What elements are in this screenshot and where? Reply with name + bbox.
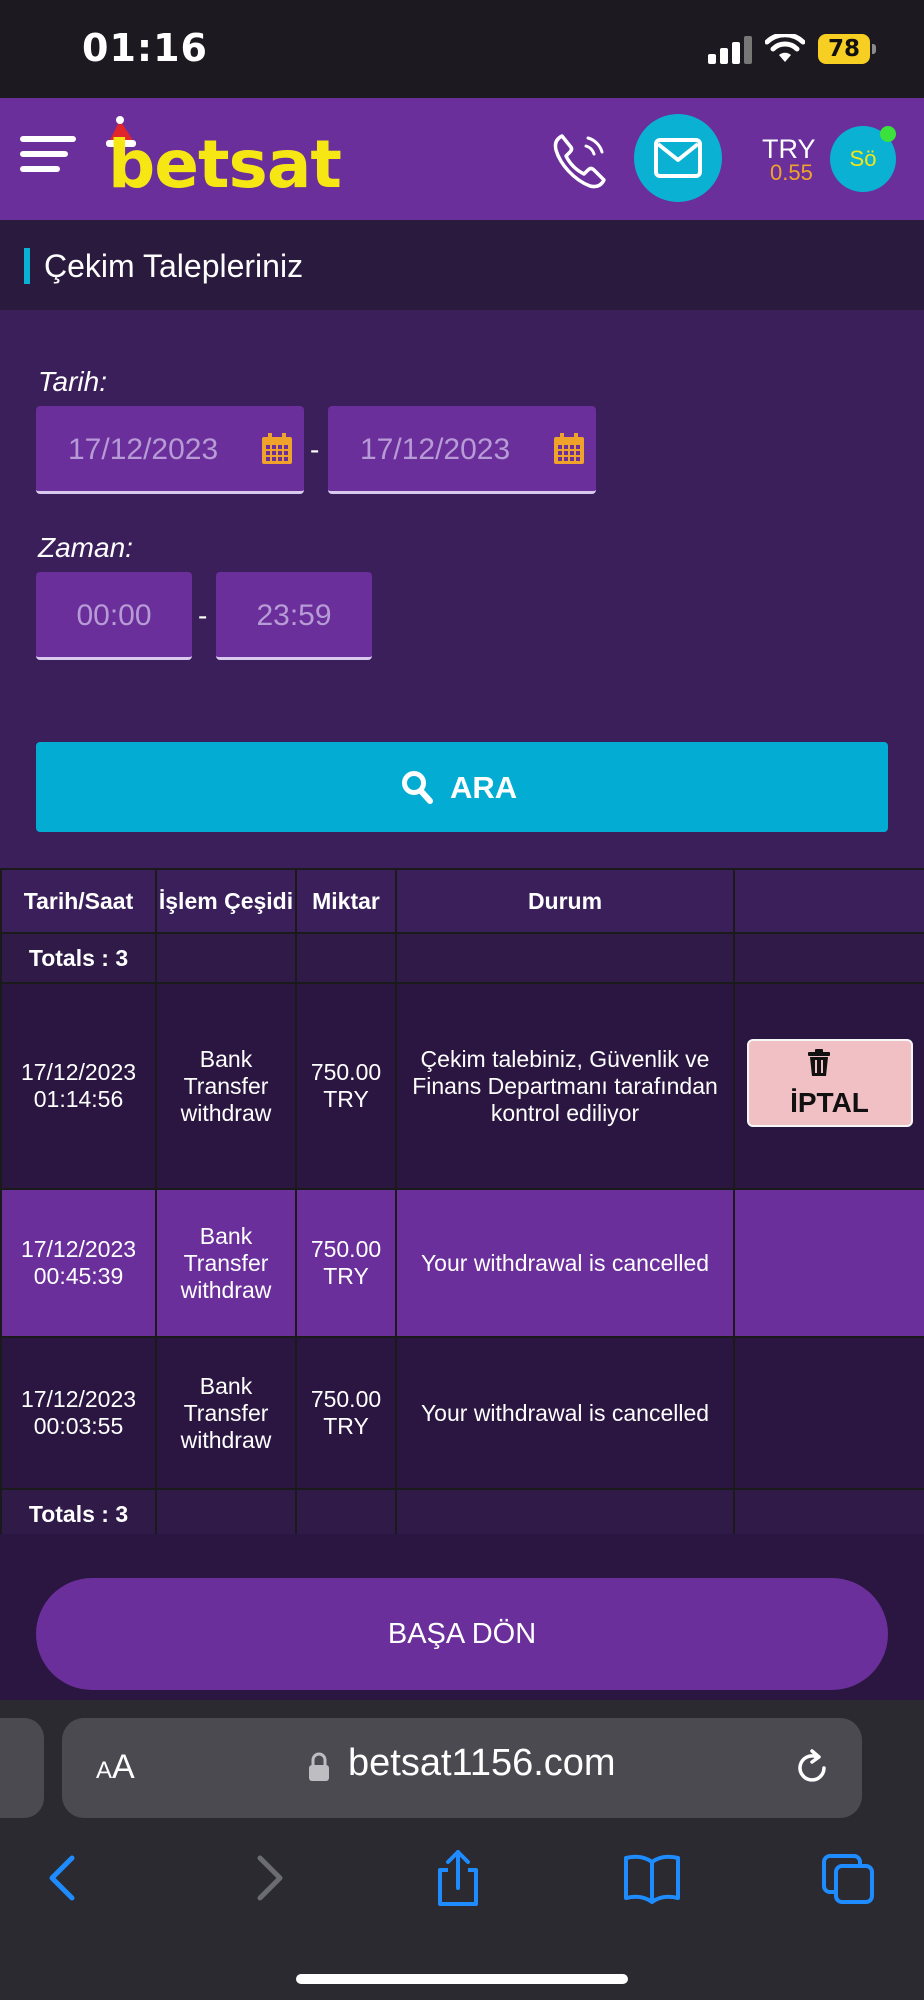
row-amount: 750.00 TRY: [295, 1188, 397, 1338]
date-from-value: 17/12/2023: [68, 433, 219, 466]
section-header: Çekim Talepleriniz: [0, 220, 924, 310]
totals-cell: [295, 1488, 397, 1540]
search-button-label: ARA: [450, 770, 518, 805]
totals-cell: [733, 932, 924, 984]
table-header-row: Tarih/Saat İşlem Çeşidi Miktar Durum: [0, 868, 924, 934]
site-header: betsat TRY 0.55 Sö: [0, 98, 924, 220]
mail-icon: [654, 138, 702, 178]
page-footer-area: BAŞA DÖN: [0, 1534, 924, 1700]
table-row: 17/12/2023 00:45:39 Bank Transfer withdr…: [0, 1188, 924, 1338]
totals-cell: [395, 1488, 735, 1540]
row-status: Çekim talebiniz, Güvenlik ve Finans Depa…: [395, 982, 735, 1190]
online-status-dot: [880, 126, 896, 142]
cellular-signal-icon: [708, 36, 752, 64]
search-icon: [402, 771, 433, 804]
wifi-icon: [765, 34, 805, 62]
lock-icon: [309, 1752, 329, 1781]
withdrawals-table-container: Tarih/Saat İşlem Çeşidi Miktar Durum Tot…: [0, 868, 924, 1540]
column-header-amount[interactable]: Miktar: [295, 868, 397, 934]
row-status: Your withdrawal is cancelled: [395, 1336, 735, 1490]
totals-row: Totals : 3: [0, 1488, 924, 1540]
totals-cell: [295, 932, 397, 984]
logo-text: betsat: [108, 126, 342, 203]
time-to-field[interactable]: 23:59: [216, 572, 372, 660]
cancel-withdrawal-button[interactable]: İPTAL: [746, 1039, 913, 1127]
date-separator: -: [310, 434, 320, 465]
totals-cell: [395, 932, 735, 984]
page-title: Çekim Talepleriniz: [44, 248, 304, 284]
filter-panel: Tarih: 17/12/2023 - 17/12/2023 Zaman: 00…: [0, 310, 924, 868]
row-amount: 750.00 TRY: [295, 1336, 397, 1490]
table-row: 17/12/2023 00:03:55 Bank Transfer withdr…: [0, 1336, 924, 1490]
status-bar: 01:16 78: [0, 0, 924, 98]
row-type: Bank Transfer withdraw: [155, 982, 297, 1190]
back-icon[interactable]: [36, 1850, 96, 1906]
url-text: betsat1156.com: [348, 1742, 616, 1784]
mail-button[interactable]: [634, 114, 722, 202]
row-action: İPTAL: [733, 982, 924, 1190]
calendar-icon[interactable]: [260, 432, 294, 466]
date-to-field[interactable]: 17/12/2023: [328, 406, 596, 494]
cancel-button-label: İPTAL: [790, 1087, 869, 1118]
totals-label: Totals : 3: [0, 932, 157, 984]
status-time: 01:16: [82, 26, 208, 70]
phone-icon[interactable]: [548, 128, 612, 192]
trash-icon: [807, 1049, 830, 1076]
share-icon[interactable]: [428, 1850, 488, 1906]
forward-icon[interactable]: [236, 1850, 296, 1906]
totals-cell: [155, 1488, 297, 1540]
column-header-action: [733, 868, 924, 934]
time-separator: -: [198, 600, 208, 631]
row-datetime: 17/12/2023 00:03:55: [0, 1336, 157, 1490]
browser-toolbar: AA betsat1156.com: [0, 1700, 924, 2000]
column-header-datetime[interactable]: Tarih/Saat: [0, 868, 157, 934]
row-action: [733, 1188, 924, 1338]
date-to-value: 17/12/2023: [360, 433, 511, 466]
row-amount: 750.00 TRY: [295, 982, 397, 1190]
row-type: Bank Transfer withdraw: [155, 1336, 297, 1490]
time-to-value: 23:59: [256, 599, 332, 632]
previous-tab-preview[interactable]: [0, 1718, 44, 1818]
balance-amount: 0.55: [770, 160, 813, 185]
battery-tip: [872, 44, 876, 54]
reader-settings-button[interactable]: AA: [96, 1748, 135, 1787]
betsat-logo[interactable]: betsat: [104, 116, 342, 203]
table-row: 17/12/2023 01:14:56 Bank Transfer withdr…: [0, 982, 924, 1190]
calendar-icon[interactable]: [552, 432, 586, 466]
battery-icon: 78: [818, 34, 876, 64]
tabs-icon[interactable]: [818, 1850, 878, 1906]
totals-row: Totals : 3: [0, 932, 924, 984]
battery-level: 78: [818, 34, 870, 64]
home-indicator[interactable]: [296, 1974, 628, 1984]
time-label: Zaman:: [38, 532, 133, 563]
row-type: Bank Transfer withdraw: [155, 1188, 297, 1338]
address-bar[interactable]: AA betsat1156.com: [62, 1718, 862, 1818]
totals-label: Totals : 3: [0, 1488, 157, 1540]
totals-cell: [155, 932, 297, 984]
time-from-field[interactable]: 00:00: [36, 572, 192, 660]
totals-cell: [733, 1488, 924, 1540]
back-to-top-button[interactable]: BAŞA DÖN: [36, 1578, 888, 1690]
date-from-field[interactable]: 17/12/2023: [36, 406, 304, 494]
reload-icon[interactable]: [792, 1748, 832, 1788]
row-action: [733, 1336, 924, 1490]
date-label: Tarih:: [38, 366, 108, 397]
column-header-type[interactable]: İşlem Çeşidi: [155, 868, 297, 934]
time-from-value: 00:00: [76, 599, 152, 632]
row-datetime: 17/12/2023 01:14:56: [0, 982, 157, 1190]
menu-icon[interactable]: [20, 136, 76, 176]
row-datetime: 17/12/2023 00:45:39: [0, 1188, 157, 1338]
row-status: Your withdrawal is cancelled: [395, 1188, 735, 1338]
column-header-status[interactable]: Durum: [395, 868, 735, 934]
search-button[interactable]: ARA: [36, 742, 888, 832]
withdrawals-table: Tarih/Saat İşlem Çeşidi Miktar Durum Tot…: [0, 868, 924, 1540]
title-accent-bar: [24, 248, 30, 284]
bookmarks-icon[interactable]: [622, 1850, 682, 1906]
